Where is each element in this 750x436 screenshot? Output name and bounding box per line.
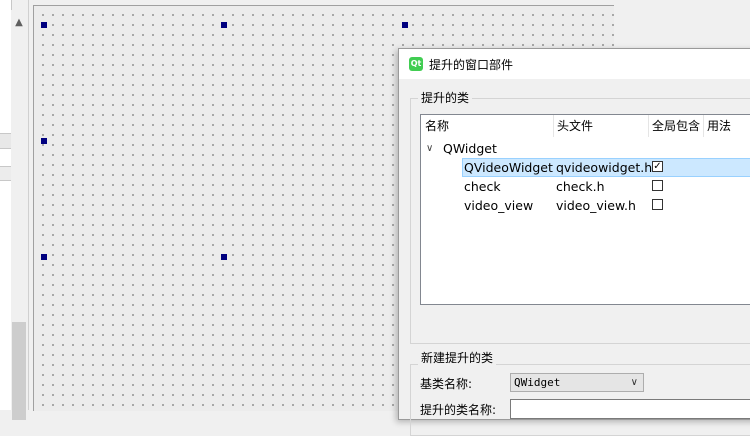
header-file: video_view.h — [556, 198, 636, 213]
qt-logo-icon: Qt — [409, 57, 423, 71]
dialog-titlebar[interactable]: Qt 提升的窗口部件 — [399, 49, 750, 79]
promoted-widgets-dialog: Qt 提升的窗口部件 提升的类 名称 头文件 全局包含 用法 ∨ QWidget… — [398, 48, 750, 436]
header-file: check.h — [556, 179, 605, 194]
header-file: qvideowidget.h — [556, 160, 653, 175]
tree-row[interactable]: video_view video_view.h — [421, 196, 750, 215]
left-panel: ▲ — [0, 0, 29, 420]
chevron-down-icon[interactable]: ∨ — [631, 374, 638, 391]
widget-box-separator — [0, 133, 11, 149]
resize-handle[interactable] — [41, 22, 47, 28]
tree-row[interactable]: check check.h — [421, 177, 750, 196]
promoted-classes-group-title: 提升的类 — [418, 89, 473, 106]
base-class-combo[interactable]: QWidget ∨ — [510, 373, 644, 392]
column-header-header-file[interactable]: 头文件 — [553, 115, 649, 137]
chevron-up-icon[interactable]: ▲ — [14, 18, 24, 28]
resize-handle[interactable] — [41, 254, 47, 260]
new-promoted-class-group-title: 新建提升的类 — [418, 349, 497, 366]
resize-handle[interactable] — [41, 138, 47, 144]
dialog-title: 提升的窗口部件 — [429, 58, 514, 72]
vertical-scrollbar[interactable]: ▲ — [11, 10, 27, 420]
class-name: QVideoWidget — [464, 160, 553, 175]
promoted-class-name-input[interactable] — [510, 399, 750, 419]
scrollbar-thumb[interactable] — [12, 322, 26, 420]
chevron-down-icon[interactable]: ∨ — [426, 139, 436, 158]
resize-handle[interactable] — [221, 22, 227, 28]
base-class-label: 基类名称: — [420, 377, 473, 391]
tree-row[interactable]: QVideoWidget qvideowidget.h ✓ — [421, 158, 750, 177]
resize-handle[interactable] — [221, 254, 227, 260]
global-include-checkbox[interactable] — [652, 199, 663, 210]
class-name: video_view — [464, 198, 534, 213]
base-class-value: QWidget — [514, 376, 561, 389]
check-icon: ✓ — [653, 161, 662, 172]
class-name: check — [464, 179, 501, 194]
tree-header: 名称 头文件 全局包含 用法 — [421, 115, 750, 137]
tree-row-parent[interactable]: ∨ QWidget — [421, 139, 750, 158]
column-header-global-include[interactable]: 全局包含 — [648, 115, 704, 137]
resize-handle[interactable] — [402, 22, 408, 28]
widget-box-separator — [0, 166, 11, 181]
parent-class-name: QWidget — [443, 141, 497, 156]
column-header-name[interactable]: 名称 — [421, 115, 554, 137]
promoted-classes-tree[interactable]: 名称 头文件 全局包含 用法 ∨ QWidget QVideoWidget qv… — [420, 114, 750, 305]
column-header-usage[interactable]: 用法 — [703, 115, 750, 137]
global-include-checkbox[interactable] — [652, 180, 663, 191]
global-include-checkbox[interactable]: ✓ — [652, 161, 663, 172]
